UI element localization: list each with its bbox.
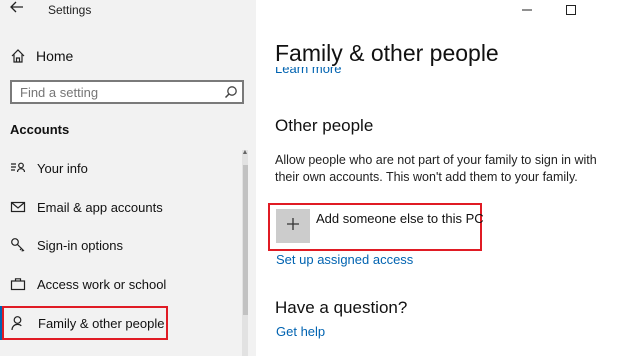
search-input[interactable]	[12, 82, 220, 102]
maximize-icon[interactable]	[564, 3, 578, 17]
sidebar-item-access-work-or-school[interactable]: Access work or school	[0, 269, 240, 299]
sidebar-item-email-app-accounts[interactable]: Email & app accounts	[0, 192, 240, 222]
set-up-assigned-access-link[interactable]: Set up assigned access	[276, 252, 413, 267]
learn-more-link[interactable]: Learn more	[275, 67, 341, 77]
other-people-description: Allow people who are not part of your fa…	[275, 153, 597, 184]
section-title: Accounts	[10, 122, 70, 137]
sidebar-item-label: Sign-in options	[37, 237, 123, 253]
search-box[interactable]	[10, 80, 244, 104]
home-label: Home	[36, 48, 74, 64]
key-icon	[10, 237, 26, 253]
sidebar-item-your-info[interactable]: Your info	[0, 153, 240, 183]
page-title: Family & other people	[275, 40, 499, 66]
other-people-heading: Other people	[275, 116, 374, 135]
sidebar-item-sign-in-options[interactable]: Sign-in options	[0, 230, 240, 260]
contact-card-icon	[10, 160, 26, 176]
sidebar-item-label: Family & other people	[38, 315, 165, 331]
sidebar-item-family-other-people[interactable]: Family & other people	[2, 306, 168, 340]
mail-icon	[10, 199, 26, 215]
back-arrow-icon[interactable]	[10, 0, 28, 20]
window-title: Settings	[48, 3, 92, 17]
add-someone-button[interactable]	[276, 209, 310, 243]
briefcase-icon	[10, 276, 26, 292]
plus-icon	[286, 217, 300, 236]
sidebar: Settings Home Accounts Your info Email &…	[0, 0, 256, 356]
home-nav-item[interactable]: Home	[10, 46, 73, 66]
question-heading: Have a question?	[275, 298, 408, 317]
search-icon[interactable]	[224, 85, 238, 99]
learn-more-link-text[interactable]: Learn more	[275, 67, 341, 76]
person-icon	[11, 315, 27, 331]
sidebar-item-label: Your info	[37, 160, 88, 176]
home-icon	[10, 48, 26, 64]
scrollbar-thumb[interactable]	[243, 165, 248, 315]
sidebar-item-label: Access work or school	[37, 276, 167, 292]
minimize-icon[interactable]	[520, 3, 534, 17]
add-someone-label[interactable]: Add someone else to this PC	[316, 211, 484, 226]
get-help-link[interactable]: Get help	[276, 324, 325, 339]
scroll-up-arrow-icon[interactable]: ▲	[240, 148, 250, 158]
sidebar-item-label: Email & app accounts	[37, 199, 163, 215]
